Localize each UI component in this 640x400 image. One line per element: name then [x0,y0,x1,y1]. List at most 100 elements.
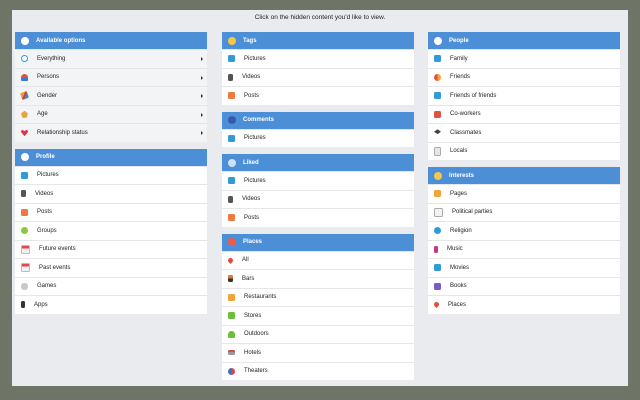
apps-icon [21,301,25,309]
pencil-icon [20,91,29,101]
tag-icon [228,36,236,45]
interests-movies[interactable]: Movies [428,258,620,277]
map-pin-icon [228,238,236,246]
profile-posts[interactable]: Posts [15,202,207,222]
option-relationship-status[interactable]: Relationship status [15,123,207,142]
profile-icon [21,153,29,161]
option-gender[interactable]: Gender [15,86,207,105]
liked-panel: Liked Pictures Videos Posts [222,154,414,227]
interests-books[interactable]: Books [428,276,620,296]
calendar-icon [21,263,30,273]
comments-pictures[interactable]: Pictures [222,128,414,148]
tree-icon [228,330,235,338]
camera-icon [228,55,235,63]
available-options-panel: Available options Everything Persons Gen… [15,32,207,142]
tags-posts[interactable]: Posts [222,86,414,105]
liked-header: Liked [222,154,414,171]
option-age[interactable]: Age [15,104,207,123]
chevron-right-icon [201,94,203,98]
places-title: Places [243,239,263,245]
profile-header: Profile [15,148,207,166]
posts-icon [21,208,28,216]
chevron-right-icon [201,57,203,61]
interests-panel: Interests Pages Political parties Religi… [428,167,620,314]
tags-pictures[interactable]: Pictures [222,49,414,68]
graduation-cap-icon [434,129,441,135]
interests-religion[interactable]: Religion [428,221,620,240]
tags-header: Tags [222,32,414,49]
places-panel: Places All Bars Restaurants Stores Outdo… [222,233,414,381]
profile-title: Profile [36,154,55,160]
people-friends[interactable]: Friends [428,67,620,87]
chevron-right-icon [201,112,203,117]
shopping-bag-icon [228,312,235,320]
people-friends-of-friends[interactable]: Friends of friends [428,86,620,105]
liked-videos[interactable]: Videos [222,189,414,209]
liked-pictures[interactable]: Pictures [222,171,414,190]
chevron-right-icon [201,131,203,135]
liked-title: Liked [243,159,259,166]
liked-posts[interactable]: Posts [222,208,414,227]
profile-future-events[interactable]: Future events [15,239,207,259]
people-classmates[interactable]: Classmates [428,123,620,142]
comment-icon [228,116,236,124]
places-stores[interactable]: Stores [222,306,414,325]
profile-past-events[interactable]: Past events [15,258,207,277]
profile-apps[interactable]: Apps [15,295,207,314]
places-outdoors[interactable]: Outdoors [222,324,414,344]
interests-places[interactable]: Places [428,295,620,314]
option-everything[interactable]: Everything [15,49,207,68]
age-icon [21,110,28,118]
people-family[interactable]: Family [428,49,620,68]
people-header: People [428,32,620,49]
camera-icon [21,171,28,179]
people-locals[interactable]: Locals [428,141,620,161]
profile-games[interactable]: Games [15,276,207,296]
interests-pages[interactable]: Pages [428,184,620,203]
interests-title: Interests [449,172,475,179]
places-restaurants[interactable]: Restaurants [222,287,414,307]
places-all[interactable]: All [222,250,414,270]
calendar-icon [21,244,30,254]
interests-header: Interests [428,167,620,184]
globe-icon [434,227,441,235]
friends-icon [434,73,441,81]
places-hotels[interactable]: Hotels [222,343,414,362]
posts-icon [228,214,235,222]
posts-icon [228,92,235,100]
option-persons[interactable]: Persons [15,67,207,86]
options-icon [21,36,29,45]
available-options-header: Available options [15,32,207,49]
places-theaters[interactable]: Theaters [222,361,414,381]
comments-header: Comments [222,111,414,129]
drink-icon [228,275,233,283]
bed-icon [228,350,235,356]
people-panel: People Family Friends Friends of friends… [428,32,620,160]
briefcase-icon [434,110,441,118]
profile-panel: Profile Pictures Videos Posts Groups Fut… [15,148,207,314]
comments-panel: Comments Pictures [222,111,414,148]
video-icon [21,190,26,198]
interests-music[interactable]: Music [428,239,620,259]
column-middle: Tags Pictures Videos Posts Comments Pict… [222,32,414,387]
column-right: People Family Friends Friends of friends… [428,32,620,321]
interests-political-parties[interactable]: Political parties [428,202,620,222]
page-instruction: Click on the hidden content you'd like t… [254,14,386,21]
document-icon [434,146,441,156]
games-icon [21,282,28,290]
tags-videos[interactable]: Videos [222,67,414,87]
places-bars[interactable]: Bars [222,269,414,288]
search-options-page: Click on the hidden content you'd like t… [12,10,628,386]
persons-icon [21,73,28,81]
people-coworkers[interactable]: Co-workers [428,104,620,124]
restaurant-icon [228,293,235,301]
profile-videos[interactable]: Videos [15,184,207,203]
video-icon [228,195,233,203]
chevron-right-icon [201,75,203,80]
profile-pictures[interactable]: Pictures [15,165,207,185]
camera-icon [228,177,235,185]
family-icon [434,55,441,63]
map-pin-icon [432,301,441,309]
available-options-title: Available options [36,37,86,44]
profile-groups[interactable]: Groups [15,221,207,240]
